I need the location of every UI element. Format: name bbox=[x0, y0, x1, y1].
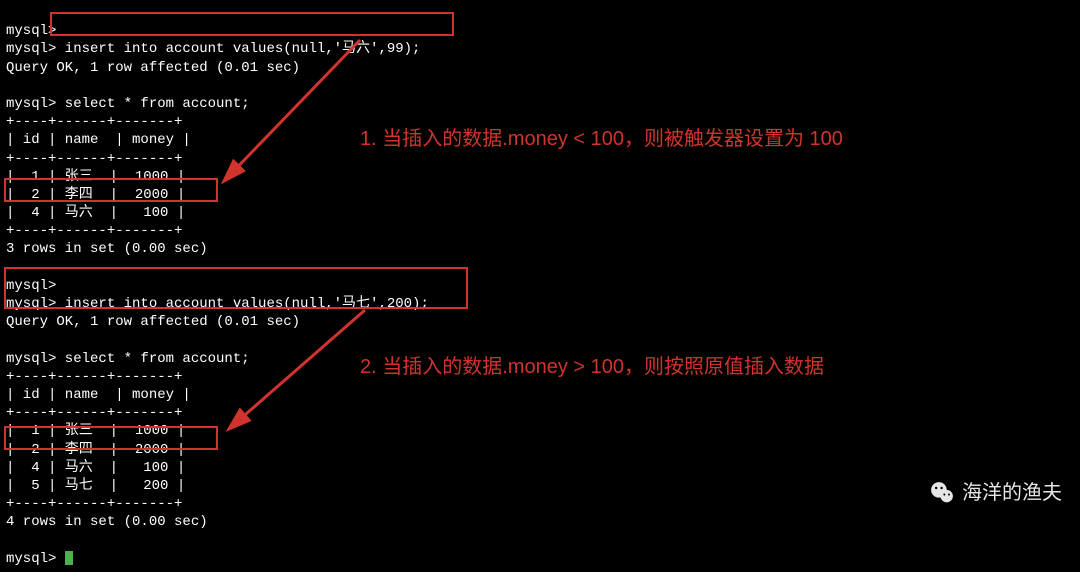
terminal-prompt-line[interactable]: mysql> bbox=[6, 551, 65, 567]
highlight-row-1 bbox=[4, 178, 218, 202]
terminal-line: +----+------+-------+ bbox=[6, 369, 182, 385]
terminal-line: +----+------+-------+ bbox=[6, 223, 182, 239]
terminal-line: mysql> bbox=[6, 23, 56, 39]
terminal-line: | 4 | 马六 | 100 | bbox=[6, 460, 185, 476]
terminal-line: | id | name | money | bbox=[6, 387, 191, 403]
highlight-row-2 bbox=[4, 426, 218, 450]
arrow-2-icon bbox=[215, 300, 375, 440]
terminal-line: 3 rows in set (0.00 sec) bbox=[6, 241, 208, 257]
terminal-line: mysql> select * from account; bbox=[6, 351, 250, 367]
terminal-line: +----+------+-------+ bbox=[6, 151, 182, 167]
terminal-line: 4 rows in set (0.00 sec) bbox=[6, 514, 208, 530]
terminal-line: | 4 | 马六 | 100 | bbox=[6, 205, 185, 221]
terminal-line: | id | name | money | bbox=[6, 132, 191, 148]
watermark: 海洋的渔夫 bbox=[928, 479, 1062, 507]
cursor-icon bbox=[65, 551, 73, 565]
watermark-text: 海洋的渔夫 bbox=[962, 480, 1062, 506]
terminal-line: +----+------+-------+ bbox=[6, 496, 182, 512]
terminal-line: +----+------+-------+ bbox=[6, 405, 182, 421]
annotation-1: 1. 当插入的数据.money < 100，则被触发器设置为 100 bbox=[360, 126, 843, 152]
arrow-1-icon bbox=[210, 30, 370, 190]
annotation-2: 2. 当插入的数据.money > 100，则按照原值插入数据 bbox=[360, 354, 824, 380]
terminal-line: +----+------+-------+ bbox=[6, 114, 182, 130]
terminal-line: | 5 | 马七 | 200 | bbox=[6, 478, 185, 494]
wechat-icon bbox=[928, 479, 956, 507]
